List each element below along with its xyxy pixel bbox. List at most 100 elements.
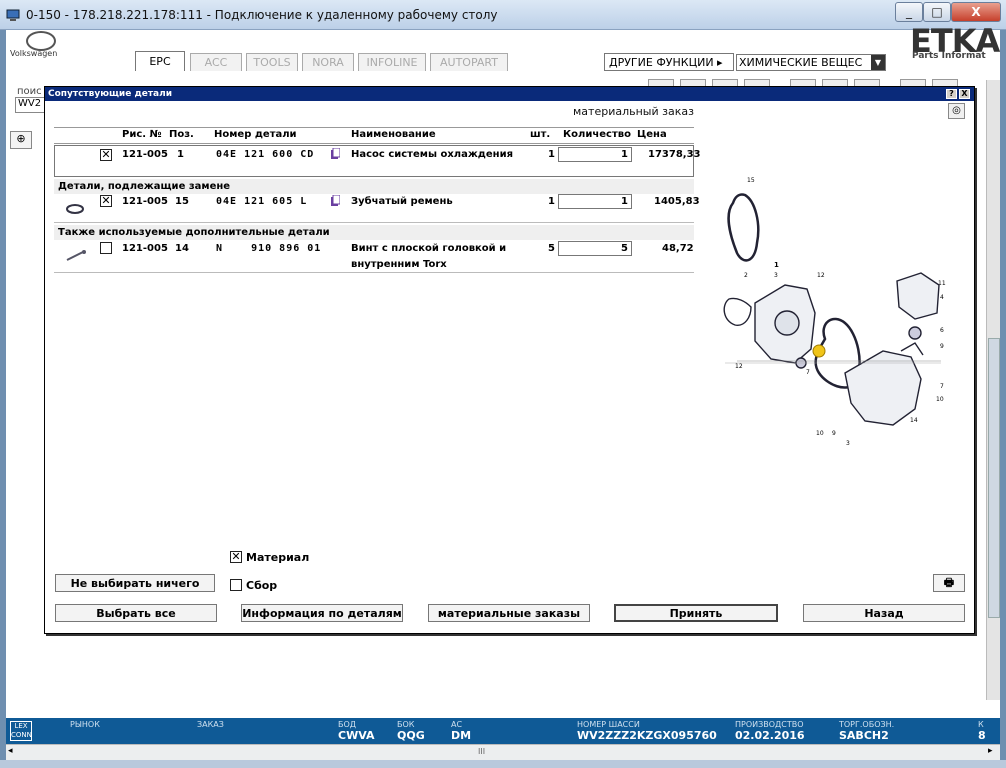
belt-qty-input[interactable]: 1 xyxy=(558,194,632,209)
section-replace-header: Детали, подлежащие замене xyxy=(54,179,694,194)
accept-button[interactable]: Принять xyxy=(614,604,778,622)
volkswagen-logo-icon xyxy=(26,31,56,51)
window-title: 0-150 - 178.218.221.178:111 - Подключени… xyxy=(26,8,498,22)
screw-icon xyxy=(66,250,86,261)
diagram-gasket[interactable] xyxy=(723,297,752,326)
minimize-icon: _ xyxy=(906,5,912,19)
screw-checkbox[interactable] xyxy=(100,242,112,254)
material-checkbox[interactable]: ✕ xyxy=(230,551,242,563)
screw-name-line1: Винт с плоской головкой и xyxy=(351,243,507,254)
market-label: РЫНОК xyxy=(70,720,100,729)
dialog-close-button[interactable]: X xyxy=(959,89,970,99)
tab-epc[interactable]: EPC xyxy=(135,51,185,71)
zoom-icon[interactable]: ⊕ xyxy=(10,131,32,149)
k-label: К xyxy=(978,720,984,729)
hide-icon[interactable]: ◎ xyxy=(948,103,965,119)
section-additional-header: Также используемые дополнительные детали xyxy=(54,225,694,240)
ac-value: DM xyxy=(451,729,472,742)
diagram-label: 9 xyxy=(940,343,944,350)
diagram-label: 6 xyxy=(940,327,944,334)
belt-checkbox[interactable]: ✕ xyxy=(100,195,112,207)
tab-infoline[interactable]: INFOLINE xyxy=(358,53,426,71)
belt-name: Зубчатый ремень xyxy=(351,196,453,207)
diagram-label: 14 xyxy=(910,417,918,424)
other-functions-menu[interactable]: ДРУГИЕ ФУНКЦИИ ▸ xyxy=(604,53,734,71)
diagram-label: 9 xyxy=(832,430,836,437)
vertical-scrollbar[interactable] xyxy=(986,80,1000,700)
diagram-belt[interactable] xyxy=(727,193,760,262)
belt-pos: 15 xyxy=(175,196,189,207)
print-button[interactable]: 🖶 xyxy=(933,574,965,592)
parts-diagram[interactable] xyxy=(715,173,955,463)
belt-fig: 121-005 xyxy=(122,196,168,207)
help-button[interactable]: ? xyxy=(946,89,957,99)
diagram-label: 11 xyxy=(938,280,946,287)
chevron-down-icon[interactable]: ▼ xyxy=(871,55,885,70)
main-part-no: 04E 121 600 CD xyxy=(216,149,315,160)
screw-pos: 14 xyxy=(175,243,189,254)
parts-info-button[interactable]: Информация по деталям xyxy=(241,604,403,622)
minimize-button[interactable]: _ xyxy=(895,2,923,22)
window-titlebar: 0-150 - 178.218.221.178:111 - Подключени… xyxy=(0,0,1006,30)
scrollbar-thumb[interactable] xyxy=(988,338,1000,618)
screw-price: 48,72 xyxy=(662,243,694,254)
select-none-button[interactable]: Не выбирать ничего xyxy=(55,574,215,592)
main-pcs: 1 xyxy=(548,149,555,160)
row-divider xyxy=(54,222,694,223)
belt-part-no: 04E 121 605 L xyxy=(216,196,308,207)
production-label: ПРОИЗВОДСТВО xyxy=(735,720,804,729)
tab-nora[interactable]: NORA xyxy=(302,53,354,71)
select-all-button[interactable]: Выбрать все xyxy=(55,604,217,622)
back-button[interactable]: Назад xyxy=(803,604,965,622)
belt-pcs: 1 xyxy=(548,196,555,207)
vin-value: WV2ZZZ2KZGX095760 xyxy=(577,729,717,742)
vehicle-statusbar: LEX CONN РЫНОК ЗАКАЗ БОД CWVA БОК QQG АС… xyxy=(6,718,1000,744)
tab-autopart[interactable]: AUTOPART xyxy=(430,53,508,71)
diagram-label: 10 xyxy=(936,396,944,403)
search-input[interactable]: WV2 xyxy=(15,97,45,113)
maximize-button[interactable]: □ xyxy=(923,2,951,22)
col-pos: Поз. xyxy=(169,129,194,140)
main-price: 17378,33 xyxy=(648,149,701,160)
chemicals-select[interactable]: ХИМИЧЕСКИЕ ВЕЩЕС ▼ xyxy=(736,54,886,71)
screw-fig: 121-005 xyxy=(122,243,168,254)
info-icon[interactable] xyxy=(331,148,340,159)
tab-acc[interactable]: ACC xyxy=(190,53,242,71)
col-name: Наименование xyxy=(351,129,436,140)
col-pcs: шт. xyxy=(530,129,551,140)
order-label: ЗАКАЗ xyxy=(197,720,224,729)
scroll-left-icon[interactable]: ◂ xyxy=(8,746,13,756)
main-fig: 121-005 xyxy=(122,149,168,160)
diagram-thermostat-housing[interactable] xyxy=(844,350,922,426)
sbor-checkbox[interactable] xyxy=(230,579,242,591)
main-row-checkbox[interactable]: ✕ xyxy=(100,149,112,161)
horizontal-scrollbar[interactable]: ◂ III ▸ xyxy=(6,744,1000,760)
trade-label: ТОРГ.ОБОЗН. xyxy=(839,720,895,729)
material-orders-button[interactable]: материальные заказы xyxy=(428,604,590,622)
k-value: 8 xyxy=(978,729,986,742)
col-fig-no: Рис. № xyxy=(122,129,162,140)
remote-desktop-icon xyxy=(6,9,20,21)
diagram-cap[interactable] xyxy=(896,272,940,320)
taskbar-edge xyxy=(0,760,1006,768)
dialog-title: Сопутствующие детали xyxy=(45,87,974,101)
scroll-right-icon[interactable]: ▸ xyxy=(988,746,993,756)
main-name: Насос системы охлаждения xyxy=(351,149,514,160)
main-qty-input[interactable]: 1 xyxy=(558,147,632,162)
main-pos: 1 xyxy=(177,149,184,160)
chemicals-select-value: ХИМИЧЕСКИЕ ВЕЩЕС xyxy=(739,56,863,69)
tab-tools[interactable]: TOOLS xyxy=(246,53,298,71)
box-value: QQG xyxy=(397,729,425,742)
belt-price: 1405,83 xyxy=(654,196,700,207)
diagram-label: 3 xyxy=(846,440,850,447)
related-parts-dialog: Сопутствующие детали ? X материальный за… xyxy=(44,86,975,634)
timing-belt-icon xyxy=(66,204,84,214)
scrollbar-grip[interactable]: III xyxy=(478,747,485,756)
info-icon[interactable] xyxy=(331,195,340,206)
production-value: 02.02.2016 xyxy=(735,729,805,742)
screw-qty-input[interactable]: 5 xyxy=(558,241,632,256)
diagram-label: 10 xyxy=(816,430,824,437)
close-window-button[interactable]: X xyxy=(951,2,1001,22)
diagram-label: 15 xyxy=(747,177,755,184)
close-icon: X xyxy=(971,5,981,19)
